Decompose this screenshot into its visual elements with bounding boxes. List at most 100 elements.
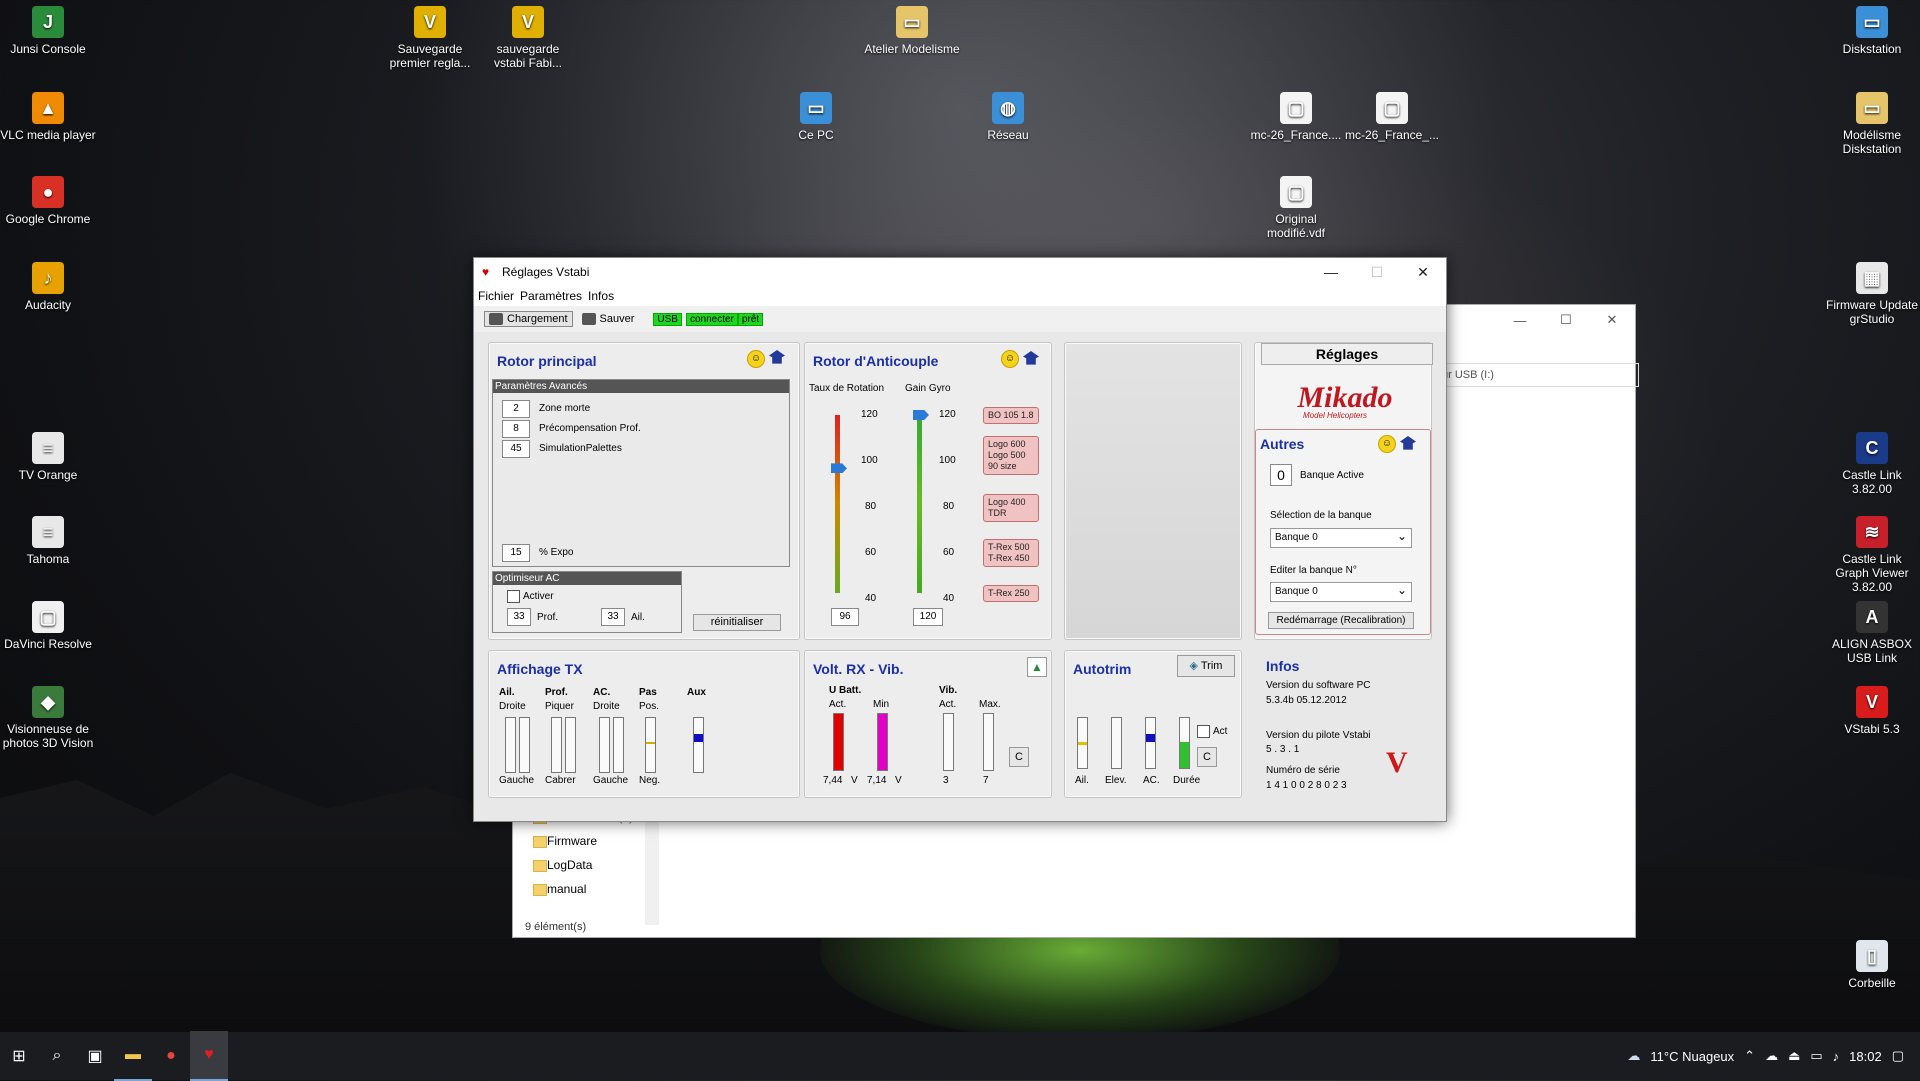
expert-cap-icon[interactable] bbox=[1400, 436, 1416, 450]
start-windows-icon[interactable]: ⊞ bbox=[0, 1032, 38, 1080]
preset-logo400-button[interactable]: Logo 400 TDR bbox=[983, 494, 1039, 522]
menu-parametres[interactable]: Paramètres bbox=[520, 289, 582, 303]
cloud-icon[interactable]: ☁ bbox=[1627, 1048, 1640, 1064]
desktop-icon-top-3[interactable]: ▭ Ce PC bbox=[768, 92, 864, 142]
bank-edit-dropdown[interactable]: Banque 0 bbox=[1270, 581, 1412, 602]
desktop-icon-left-7[interactable]: ◆ Visionneuse de photos 3D Vision bbox=[0, 686, 96, 750]
simpal-input[interactable]: 45 bbox=[502, 440, 530, 458]
desktop-icon-top-7[interactable]: ▢ Original modifié.vdf bbox=[1248, 176, 1344, 240]
menu-infos[interactable]: Infos bbox=[588, 289, 614, 303]
desktop-icon-label: Réseau bbox=[987, 128, 1029, 142]
desktop-icon-right-4[interactable]: ≋ Castle Link Graph Viewer 3.82.00 bbox=[1824, 516, 1920, 594]
smiley-icon[interactable]: ☺ bbox=[747, 350, 765, 368]
expert-cap-icon[interactable] bbox=[769, 350, 785, 364]
bank-active-label: Banque Active bbox=[1300, 470, 1364, 481]
deadzone-input[interactable]: 2 bbox=[502, 400, 530, 418]
preset-trex250-button[interactable]: T-Rex 250 bbox=[983, 585, 1039, 602]
explorer-address-bar[interactable]: ur USB (I:) bbox=[1437, 363, 1639, 387]
desktop-icon-right-5[interactable]: A ALIGN ASBOX USB Link bbox=[1824, 601, 1920, 665]
serial-label: Numéro de série bbox=[1266, 765, 1340, 776]
rate-slider-thumb[interactable] bbox=[831, 463, 847, 474]
close-button[interactable]: ✕ bbox=[1589, 312, 1635, 328]
trim-duration-label: Durée bbox=[1173, 775, 1201, 786]
desktop-icon-top-0[interactable]: V Sauvegarde premier regla... bbox=[382, 6, 478, 70]
tick-label: 80 bbox=[865, 501, 877, 512]
search-icon[interactable]: ⌕ bbox=[38, 1032, 76, 1080]
ac-prof-input[interactable]: 33 bbox=[507, 608, 531, 626]
deadzone-label: Zone morte bbox=[539, 403, 591, 414]
desktop-icon-top-6[interactable]: ▢ mc-26_France_... bbox=[1344, 92, 1440, 142]
desktop-icon-left-4[interactable]: ≡ TV Orange bbox=[0, 432, 96, 482]
chart-icon[interactable]: ▲ bbox=[1027, 657, 1047, 677]
affichage-tx-title: Affichage TX bbox=[497, 661, 583, 677]
preset-bo105-button[interactable]: BO 105 1.8 bbox=[983, 407, 1039, 424]
app-icon: ♪ bbox=[32, 262, 64, 294]
smiley-icon[interactable]: ☺ bbox=[1378, 435, 1396, 453]
desktop-icon-top-2[interactable]: ▭ Atelier Modelisme bbox=[864, 6, 960, 56]
expo-input[interactable]: 15 bbox=[502, 544, 530, 562]
desktop-icon-top-1[interactable]: Vsauvegarde vstabi Fabi... bbox=[480, 6, 576, 70]
trim-ac-label: AC. bbox=[1143, 775, 1160, 786]
desktop-icon-left-3[interactable]: ♪ Audacity bbox=[0, 262, 96, 312]
simpal-label: SimulationPalettes bbox=[539, 443, 622, 454]
desktop-icon-left-2[interactable]: ● Google Chrome bbox=[0, 176, 96, 226]
desktop-icon-right-7[interactable]: ▯ Corbeille bbox=[1824, 940, 1920, 990]
gyro-value-input[interactable]: 120 bbox=[913, 608, 943, 626]
preset-logo600-button[interactable]: Logo 600 Logo 500 90 size bbox=[983, 436, 1039, 475]
minimize-button[interactable]: — bbox=[1308, 264, 1354, 281]
smiley-icon[interactable]: ☺ bbox=[1001, 350, 1019, 368]
desktop-icon-top-4[interactable]: ◍ Réseau bbox=[960, 92, 1056, 142]
desktop-icon-right-2[interactable]: ▦ Firmware Update grStudio bbox=[1824, 262, 1920, 326]
file-explorer-icon[interactable]: ▬ bbox=[114, 1031, 152, 1081]
desktop-icon-right-3[interactable]: C Castle Link 3.82.00 bbox=[1824, 432, 1920, 496]
usb-eject-icon[interactable]: ⏏ bbox=[1788, 1048, 1800, 1064]
menu-fichier[interactable]: Fichier bbox=[478, 289, 514, 303]
onedrive-icon[interactable]: ☁ bbox=[1765, 1048, 1778, 1064]
restart-button[interactable]: Redémarrage (Recalibration) bbox=[1268, 612, 1414, 629]
clock[interactable]: 18:02 bbox=[1849, 1049, 1882, 1064]
maximize-button[interactable]: ☐ bbox=[1543, 312, 1589, 328]
chevron-up-icon[interactable]: ⌃ bbox=[1744, 1048, 1755, 1064]
weather-label[interactable]: 11°C Nuageux bbox=[1650, 1049, 1734, 1064]
minimize-button[interactable]: — bbox=[1497, 313, 1543, 328]
close-button[interactable]: ✕ bbox=[1400, 264, 1446, 281]
trim-button[interactable]: ◈ Trim bbox=[1177, 655, 1235, 677]
clear-trim-button[interactable]: C bbox=[1197, 747, 1217, 767]
desktop-icon-right-1[interactable]: ▭ Modélisme Diskstation bbox=[1824, 92, 1920, 156]
vstabi-task-icon[interactable]: ♥ bbox=[190, 1031, 228, 1081]
desktop-icon-left-5[interactable]: ≡ Tahoma bbox=[0, 516, 96, 566]
ubatt-act-unit: V bbox=[851, 775, 858, 786]
task-view-icon[interactable]: ▣ bbox=[76, 1032, 114, 1080]
clear-vib-button[interactable]: C bbox=[1009, 747, 1029, 767]
tx-channel-name: AC. bbox=[593, 687, 611, 698]
load-button[interactable]: Chargement bbox=[484, 311, 573, 327]
save-button[interactable]: Sauver bbox=[577, 311, 640, 327]
desktop-icon-right-0[interactable]: ▭ Diskstation bbox=[1824, 6, 1920, 56]
precomp-label: Précompensation Prof. bbox=[539, 423, 641, 434]
network-icon[interactable]: ▭ bbox=[1810, 1048, 1822, 1064]
mikado-logo: Mikado bbox=[1297, 381, 1393, 414]
notifications-icon[interactable]: ▢ bbox=[1892, 1048, 1904, 1064]
explorer-scrollbar[interactable] bbox=[645, 805, 659, 925]
desktop-icon-top-5[interactable]: ▢ mc-26_France.... bbox=[1248, 92, 1344, 142]
desktop-icon-left-6[interactable]: ▢ DaVinci Resolve bbox=[0, 601, 96, 651]
tx-channel-bar bbox=[505, 717, 516, 773]
ac-optimizer-box: Optimiseur AC Activer 33 Prof. 33 Ail. bbox=[492, 571, 682, 633]
chrome-icon[interactable]: ● bbox=[152, 1032, 190, 1080]
ac-ail-input[interactable]: 33 bbox=[601, 608, 625, 626]
preset-trex500-button[interactable]: T-Rex 500 T-Rex 450 bbox=[983, 539, 1039, 567]
expert-cap-icon[interactable] bbox=[1023, 351, 1039, 365]
desktop-icon-right-6[interactable]: V VStabi 5.3 bbox=[1824, 686, 1920, 736]
desktop-icon-left-0[interactable]: J Junsi Console bbox=[0, 6, 96, 56]
desktop-icon-left-1[interactable]: ▲ VLC media player bbox=[0, 92, 96, 142]
reset-button[interactable]: réinitialiser bbox=[693, 614, 781, 631]
ac-enable-checkbox[interactable] bbox=[507, 590, 520, 603]
precomp-input[interactable]: 8 bbox=[502, 420, 530, 438]
trim-act-checkbox[interactable] bbox=[1197, 725, 1210, 738]
bank-select-dropdown[interactable]: Banque 0 bbox=[1270, 527, 1412, 548]
gyro-slider-thumb[interactable] bbox=[913, 410, 929, 420]
rate-value-input[interactable]: 96 bbox=[831, 608, 859, 626]
volume-icon[interactable]: ♪ bbox=[1833, 1049, 1840, 1064]
maximize-button[interactable]: ☐ bbox=[1354, 264, 1400, 281]
vib-max-value: 7 bbox=[983, 775, 989, 786]
